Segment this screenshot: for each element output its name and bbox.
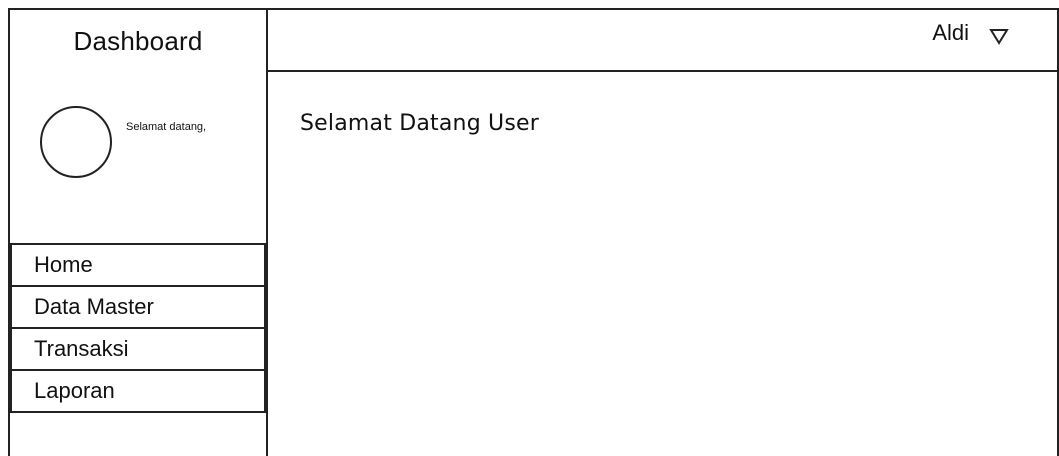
sidebar-item-transaksi[interactable]: Transaksi: [10, 327, 266, 371]
app-frame: Dashboard Selamat datang, Home Data Mast…: [8, 8, 1059, 456]
sidebar-item-home[interactable]: Home: [10, 243, 266, 287]
greeting-text: Selamat datang,: [126, 121, 207, 133]
sidebar-item-data-master[interactable]: Data Master: [10, 285, 266, 329]
user-menu[interactable]: Aldi: [932, 20, 1009, 46]
chevron-down-icon[interactable]: [989, 28, 1009, 46]
sidebar-title: Dashboard: [73, 25, 203, 56]
welcome-heading: Selamat Datang User: [300, 111, 540, 136]
top-bar: Aldi: [268, 10, 1057, 72]
user-name: Aldi: [932, 20, 969, 45]
sidebar: Dashboard Selamat datang, Home Data Mast…: [10, 10, 268, 456]
sidebar-menu: Home Data Master Transaksi Laporan: [10, 243, 266, 413]
avatar: [40, 106, 112, 178]
sidebar-item-laporan[interactable]: Laporan: [10, 369, 266, 413]
